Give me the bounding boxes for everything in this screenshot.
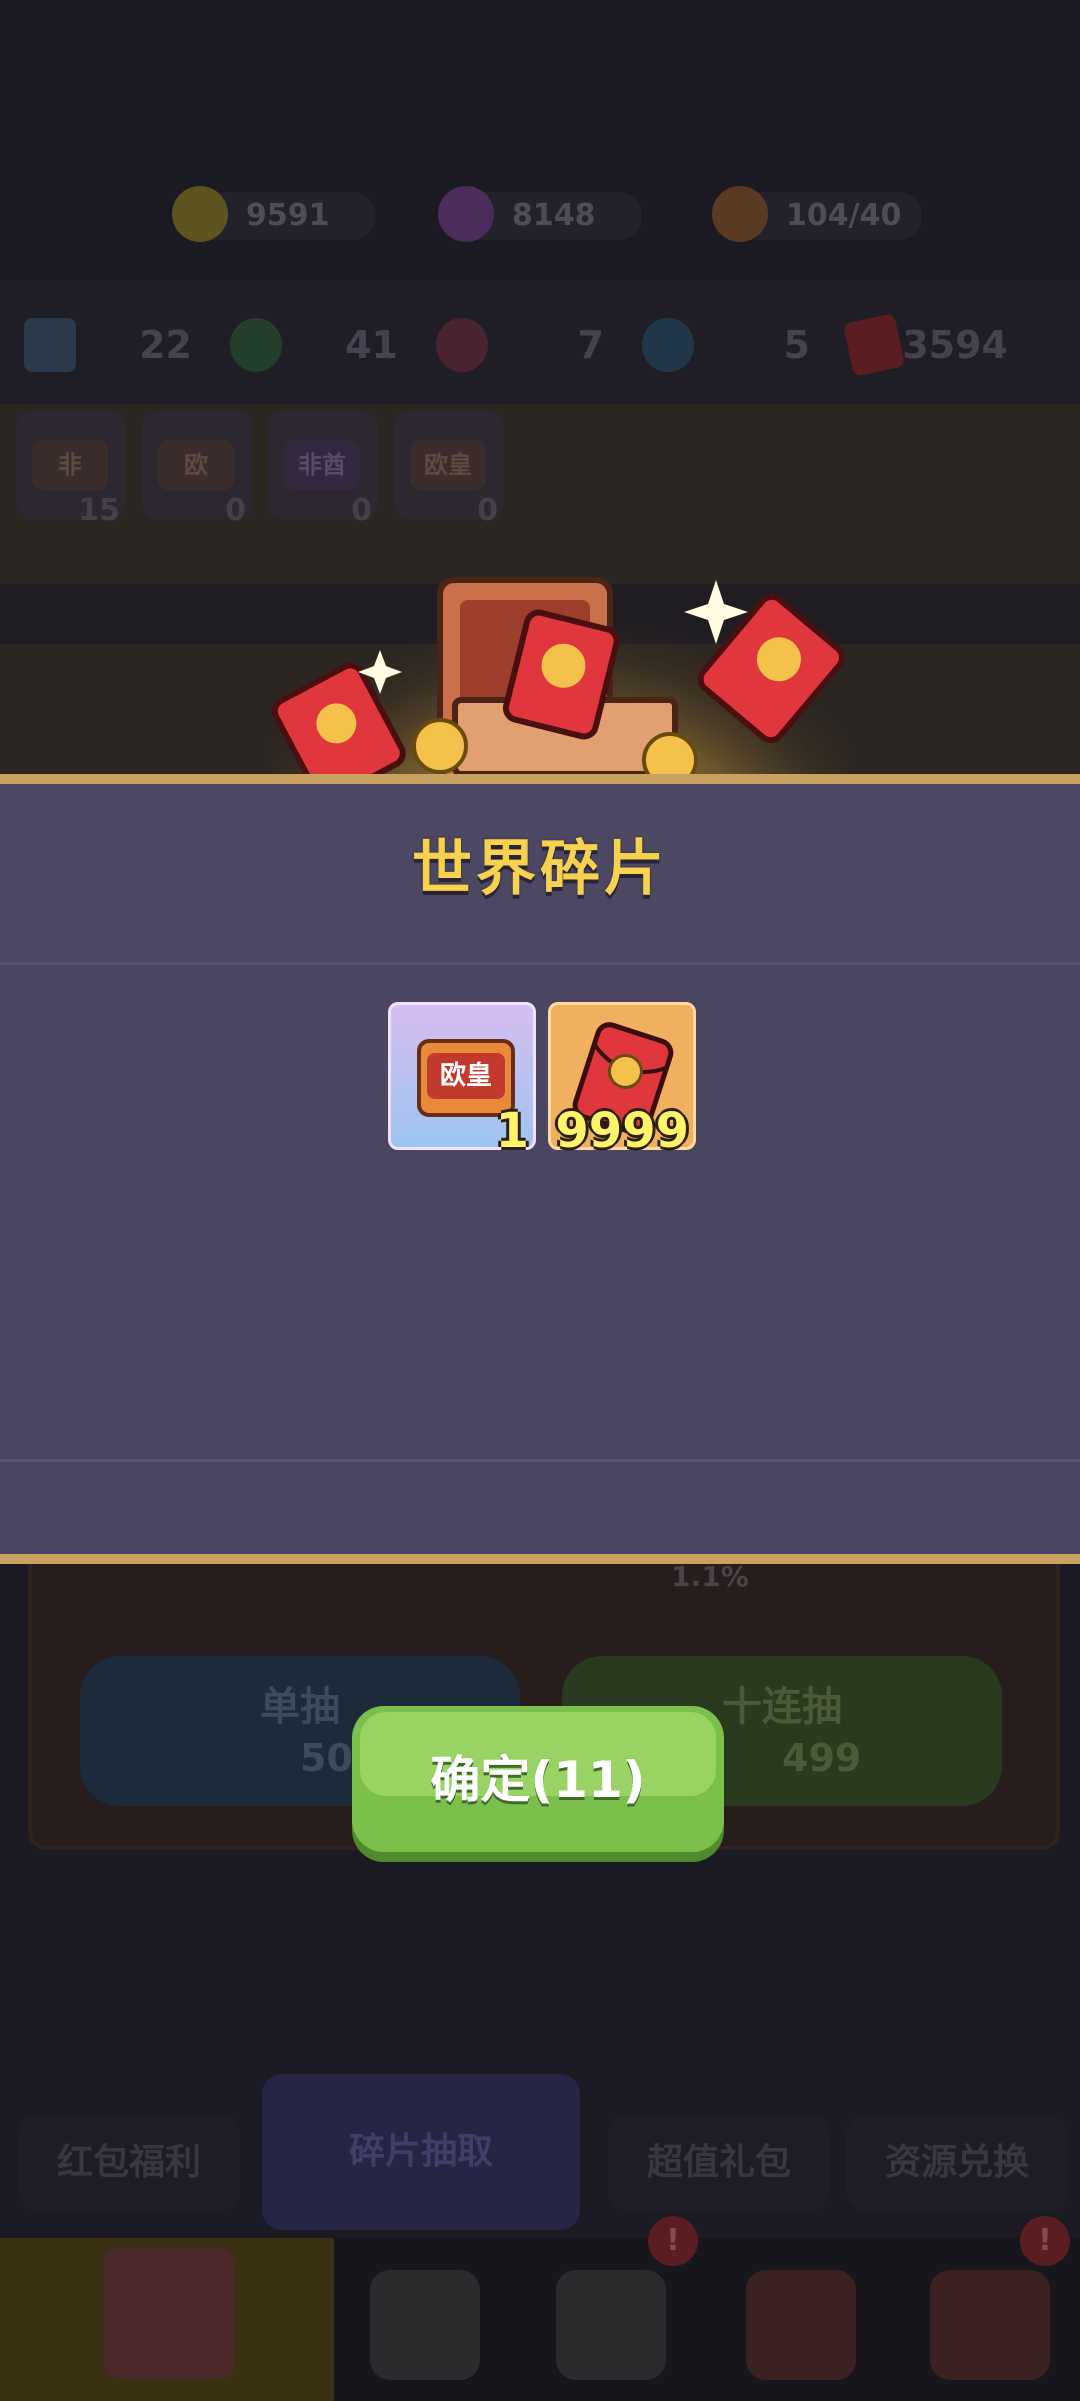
shop-icon — [104, 2248, 234, 2378]
blue-potion-icon — [642, 318, 694, 372]
fragment-badge-ouhuang[interactable]: 欧皇 0 — [394, 410, 504, 528]
chest-reward-graphic — [270, 520, 850, 774]
scissors-icon — [24, 318, 76, 372]
modal-divider — [0, 962, 1080, 965]
tab-resource-exchange[interactable]: 资源兑换 — [846, 2115, 1068, 2211]
blue-potion-count: 5 — [783, 323, 810, 367]
badge-label: 欧皇 — [410, 440, 486, 490]
nav-castle[interactable] — [930, 2270, 1050, 2380]
badge-count: 15 — [78, 493, 120, 528]
resource-scissors: 22 — [24, 312, 214, 378]
stamina-value: 104/40 — [786, 198, 902, 233]
badge-label: 非酋 — [284, 440, 360, 490]
gold-coin-icon — [172, 186, 228, 242]
book-icon — [746, 2270, 856, 2380]
badge-count: 0 — [225, 493, 246, 528]
clover-icon — [230, 318, 282, 372]
reward-qty: 1 — [495, 1103, 529, 1159]
fragment-badge-ou[interactable]: 欧 0 — [142, 410, 252, 528]
reward-qty: 9999 — [555, 1103, 689, 1159]
scissors-count: 22 — [139, 323, 192, 367]
resource-red-potion: 7 — [436, 312, 626, 378]
red-potion-count: 7 — [577, 323, 604, 367]
modal-top-border — [0, 774, 1080, 784]
red-envelope-icon — [842, 313, 906, 377]
castle-icon — [930, 2270, 1050, 2380]
badge-label: 欧 — [158, 440, 234, 490]
nav-shop[interactable] — [0, 2238, 334, 2401]
fragment-badge-feiqiu[interactable]: 非酋 0 — [268, 410, 378, 528]
gold-counter[interactable]: 9591 — [172, 186, 376, 242]
gem-counter[interactable]: 8148 — [438, 186, 642, 242]
clover-count: 41 — [345, 323, 398, 367]
confirm-button-label: 确定(11) — [430, 1751, 646, 1809]
gem-value: 8148 — [512, 198, 596, 233]
nav-book[interactable] — [746, 2270, 856, 2380]
modal-title: 世界碎片 — [412, 834, 668, 904]
nav-hero[interactable] — [370, 2270, 480, 2380]
resource-blue-potion: 5 — [642, 312, 832, 378]
resource-clover: 41 — [230, 312, 420, 378]
stamina-icon — [712, 186, 768, 242]
nav-battle[interactable] — [556, 2270, 666, 2380]
red-envelope-count: 3594 — [902, 323, 1008, 367]
tab-red-envelope-welfare[interactable]: 红包福利 — [18, 2115, 240, 2211]
gold-value: 9591 — [246, 198, 330, 233]
reward-item-red-envelope[interactable]: 9999 — [548, 1002, 696, 1159]
stamina-counter[interactable]: 104/40 — [712, 186, 922, 242]
reward-modal: 世界碎片 — [0, 784, 1080, 1554]
tab-fragment-draw[interactable]: 碎片抽取 — [262, 2074, 580, 2230]
badge-label: 非 — [32, 440, 108, 490]
ten-draw-cost: 499 — [782, 1736, 862, 1780]
single-draw-cost: 50 — [300, 1736, 353, 1780]
confirm-button[interactable]: 确定(11) — [352, 1706, 724, 1852]
modal-title-band: 世界碎片 — [0, 784, 1080, 962]
red-potion-icon — [436, 318, 488, 372]
purple-gem-icon — [438, 186, 494, 242]
modal-divider — [0, 1459, 1080, 1462]
hero-icon — [370, 2270, 480, 2380]
alert-icon: ! — [1020, 2216, 1070, 2266]
resource-red-envelope: 3594 — [842, 312, 1030, 378]
modal-bottom-border — [0, 1554, 1080, 1564]
tab-value-pack[interactable]: 超值礼包 — [608, 2115, 830, 2211]
crossed-swords-icon — [556, 2270, 666, 2380]
draw-rate-text: 1.1% — [671, 1560, 749, 1593]
reward-item-ouhuang[interactable]: 欧皇 1 — [388, 1002, 536, 1159]
ouhuang-badge-text: 欧皇 — [427, 1053, 505, 1099]
fragment-badge-fei[interactable]: 非 15 — [16, 410, 126, 528]
alert-icon: ! — [648, 2216, 698, 2266]
